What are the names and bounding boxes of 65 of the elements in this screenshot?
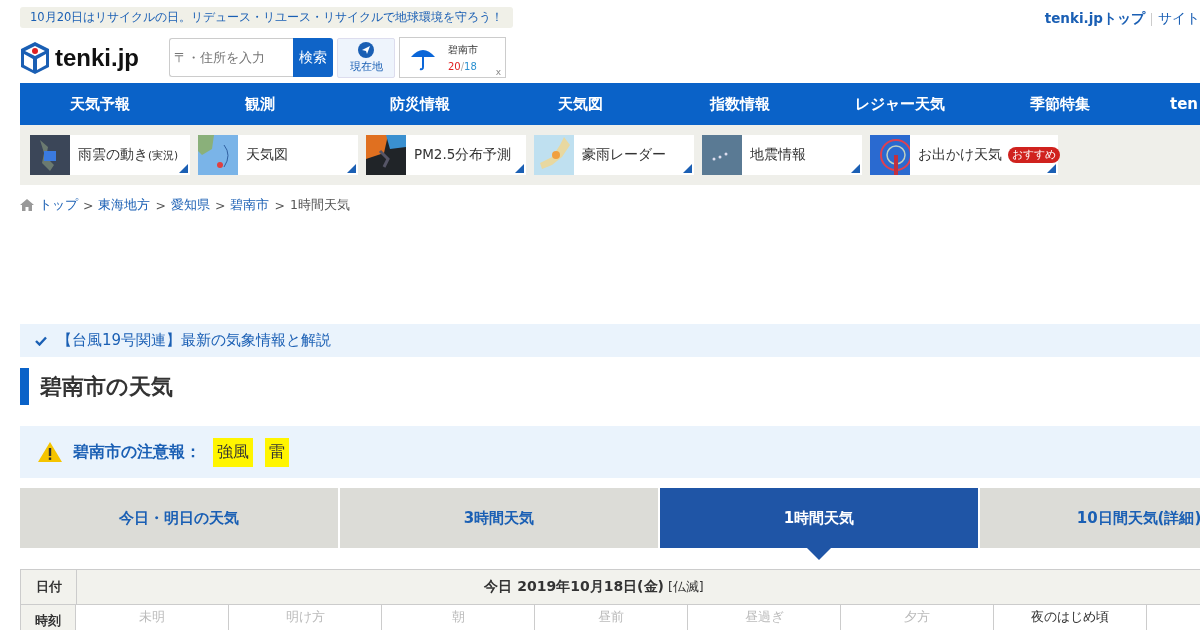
corner-triangle-icon bbox=[179, 164, 188, 173]
corner-triangle-icon bbox=[347, 164, 356, 173]
typhoon-info-link[interactable]: 【台風19号関連】最新の気象情報と解説 bbox=[57, 331, 332, 350]
quick-link-card[interactable]: 豪雨レーダー bbox=[534, 135, 694, 175]
nav-item[interactable]: レジャー天気 bbox=[820, 83, 980, 125]
period-cell: 明け方 bbox=[229, 605, 382, 630]
table-header-cell: 時刻 bbox=[21, 605, 76, 630]
nav-item[interactable]: 天気図 bbox=[500, 83, 660, 125]
advisory-tag[interactable]: 雷 bbox=[265, 437, 289, 467]
quick-link-card[interactable]: PM2.5分布予測 bbox=[366, 135, 526, 175]
corner-triangle-icon bbox=[851, 164, 860, 173]
breadcrumb-separator: > bbox=[83, 197, 94, 213]
page-title: 碧南市の天気 bbox=[20, 368, 1200, 405]
location-button[interactable]: 現在地 bbox=[337, 37, 395, 78]
notice-banner: 10月20日はリサイクルの日。リデュース・リユース・リサイクルで地球環境を守ろう！ bbox=[20, 7, 514, 28]
corner-triangle-icon bbox=[1047, 164, 1056, 173]
breadcrumb-link[interactable]: 東海地方 bbox=[98, 196, 151, 214]
search-field[interactable]: 〒・住所を入力 bbox=[169, 38, 293, 77]
breadcrumb-separator: > bbox=[214, 197, 226, 213]
high-temperature: 20 bbox=[448, 61, 461, 72]
logo-text[interactable]: tenki.jp bbox=[55, 43, 139, 72]
breadcrumb-current: 1時間天気 bbox=[289, 196, 350, 214]
check-icon bbox=[35, 335, 47, 346]
breadcrumb-link[interactable]: トップ bbox=[39, 196, 78, 214]
forecast-tab[interactable]: 今日・明日の天気 bbox=[20, 488, 338, 548]
quick-link-card[interactable]: 天気図 bbox=[198, 135, 358, 175]
warning-icon bbox=[37, 441, 63, 463]
advisory-label: 碧南市の注意報： bbox=[73, 441, 201, 463]
date-cell: 今日 2019年10月18日(金) [仏滅] bbox=[77, 570, 1200, 605]
breadcrumb-separator: > bbox=[155, 197, 166, 213]
quick-link-card[interactable]: 地震情報 bbox=[702, 135, 862, 175]
period-cell: 昼前 bbox=[535, 605, 688, 630]
nav-item[interactable]: 指数情報 bbox=[660, 83, 820, 125]
nav-item[interactable]: 防災情報 bbox=[340, 83, 500, 125]
forecast-tab[interactable]: 10日間天気(詳細) bbox=[980, 488, 1200, 548]
close-button[interactable]: x bbox=[495, 67, 501, 77]
period-cell: 未明 bbox=[76, 605, 229, 630]
table-header-cell: 日付 bbox=[21, 570, 77, 605]
nav-item[interactable]: 天気予報 bbox=[20, 83, 180, 125]
quick-link-card[interactable]: 雨雲の動き(実況) bbox=[30, 135, 190, 175]
nav-item[interactable]: ten bbox=[1140, 83, 1200, 125]
low-temperature: 18 bbox=[464, 61, 477, 72]
breadcrumb-link[interactable]: 愛知県 bbox=[170, 196, 210, 214]
city-name: 碧南市 bbox=[448, 43, 478, 57]
search-button[interactable]: 検索 bbox=[293, 38, 333, 77]
recommended-badge: おすすめ bbox=[1008, 147, 1060, 163]
period-cell: 夜のはじめ頃 bbox=[994, 605, 1147, 630]
corner-triangle-icon bbox=[515, 164, 524, 173]
home-icon bbox=[20, 199, 34, 211]
logo-icon bbox=[20, 40, 50, 75]
forecast-tab[interactable]: 3時間天気 bbox=[340, 488, 658, 548]
breadcrumb-link[interactable]: 碧南市 bbox=[230, 196, 270, 214]
advisory-tag[interactable]: 強風 bbox=[213, 437, 253, 467]
saved-city-card[interactable]: 碧南市 20/18 x bbox=[399, 37, 506, 78]
period-cell: 夕方 bbox=[841, 605, 994, 630]
nav-item[interactable]: 観測 bbox=[180, 83, 340, 125]
nav-item[interactable]: 季節特集 bbox=[980, 83, 1140, 125]
quick-link-card[interactable]: お出かけ天気 おすすめ bbox=[870, 135, 1058, 175]
top-link[interactable]: サイト bbox=[1158, 10, 1200, 28]
breadcrumb-separator: > bbox=[274, 197, 285, 213]
corner-triangle-icon bbox=[683, 164, 692, 173]
period-cell: 朝 bbox=[382, 605, 535, 630]
period-cell: 昼過ぎ bbox=[688, 605, 841, 630]
top-link[interactable]: tenki.jpトップ bbox=[1044, 10, 1145, 28]
temperature-separator: / bbox=[460, 61, 465, 72]
